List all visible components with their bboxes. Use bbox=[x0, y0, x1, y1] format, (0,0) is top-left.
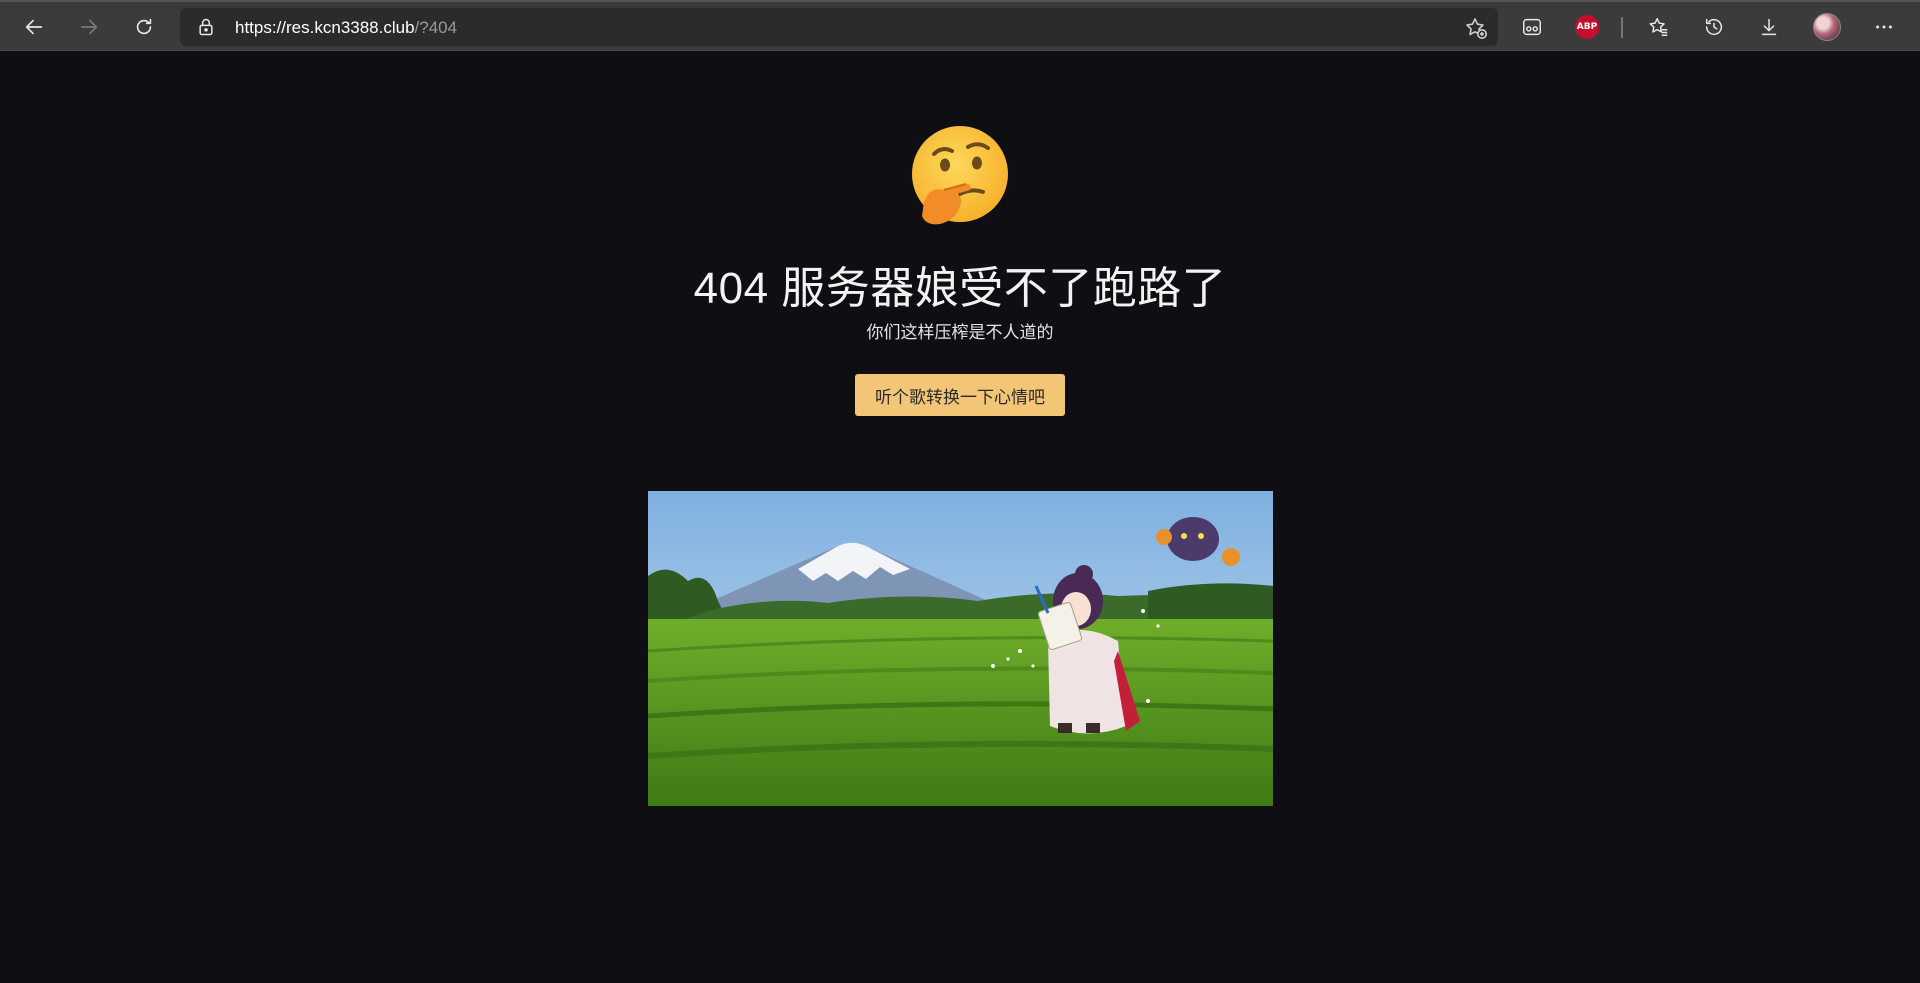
refresh-button[interactable] bbox=[126, 11, 162, 43]
url-text[interactable]: https://res.kcn3388.club/?404 bbox=[235, 18, 457, 38]
url-path: /?404 bbox=[414, 18, 458, 37]
add-favorite-icon[interactable] bbox=[1464, 16, 1488, 40]
abp-icon: ABP bbox=[1575, 15, 1599, 39]
more-button[interactable] bbox=[1866, 11, 1902, 43]
thinking-face-icon bbox=[912, 126, 1008, 225]
forward-button[interactable] bbox=[71, 11, 107, 43]
back-icon bbox=[25, 19, 43, 35]
more-icon bbox=[1876, 25, 1892, 29]
favorites-button[interactable] bbox=[1641, 11, 1677, 43]
profile-avatar bbox=[1813, 13, 1841, 41]
lock-icon[interactable] bbox=[196, 17, 216, 37]
error-subtitle: 你们这样压榨是不人道的 bbox=[866, 323, 1054, 342]
history-button[interactable] bbox=[1696, 11, 1732, 43]
adblock-plus-button[interactable]: ABP bbox=[1569, 11, 1605, 43]
browser-toolbar: https://res.kcn3388.club/?404 ABP bbox=[0, 0, 1920, 51]
listen-music-button[interactable]: 听个歌转换一下心情吧 bbox=[855, 374, 1065, 416]
history-icon bbox=[1705, 18, 1723, 36]
downloads-button[interactable] bbox=[1751, 11, 1787, 43]
anime-tea-field-illustration bbox=[648, 491, 1273, 806]
toolbar-divider bbox=[1621, 17, 1623, 38]
refresh-icon bbox=[136, 18, 152, 35]
url-host: https://res.kcn3388.club bbox=[235, 18, 415, 37]
error-title: 404 服务器娘受不了跑路了 bbox=[693, 264, 1227, 313]
immersive-reader-button[interactable] bbox=[1514, 11, 1550, 43]
page-content: 404 服务器娘受不了跑路了 你们这样压榨是不人道的 听个歌转换一下心情吧 bbox=[0, 52, 1920, 983]
address-bar[interactable]: https://res.kcn3388.club/?404 bbox=[180, 8, 1498, 46]
download-icon bbox=[1761, 18, 1777, 36]
back-button[interactable] bbox=[16, 11, 52, 43]
forward-icon bbox=[80, 19, 98, 35]
immersive-reader-icon bbox=[1523, 18, 1541, 36]
favorites-icon bbox=[1649, 18, 1668, 36]
profile-button[interactable] bbox=[1809, 11, 1845, 43]
